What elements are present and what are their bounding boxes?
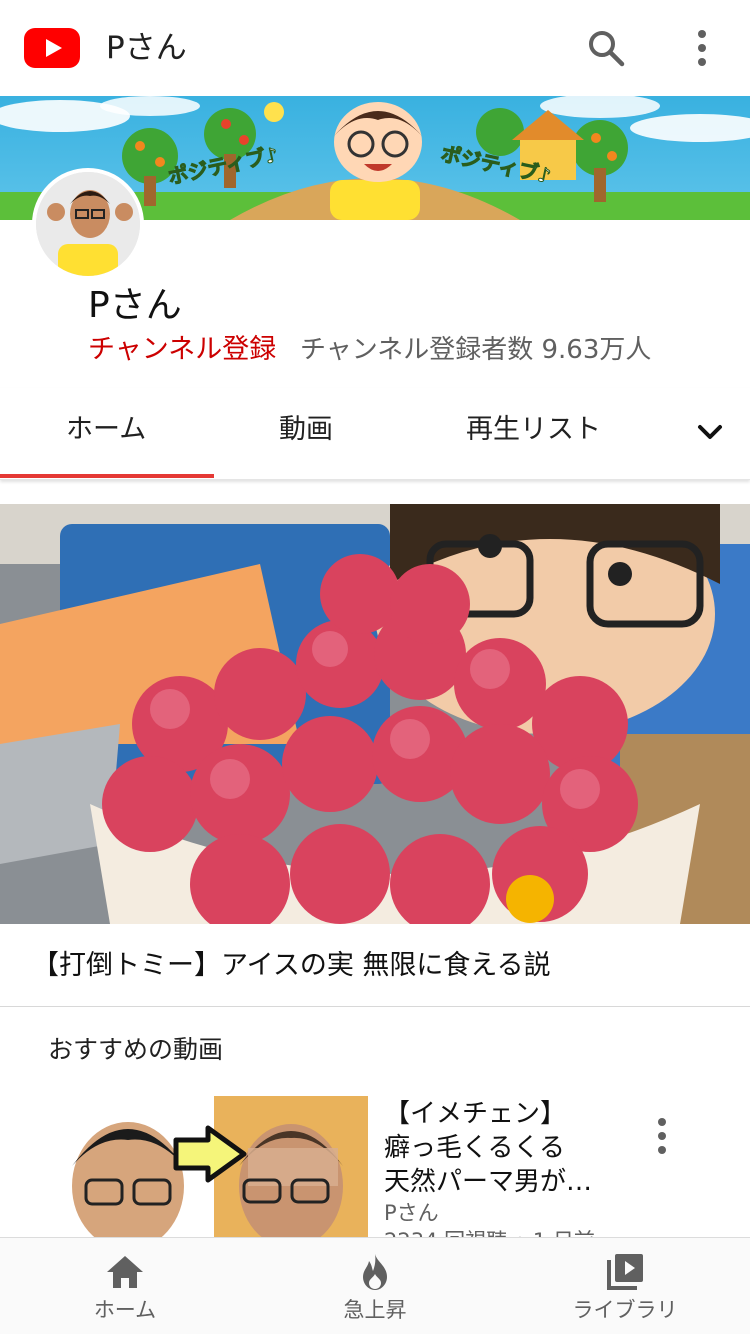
section-divider: [0, 1006, 750, 1007]
bottom-navigation: ホーム 急上昇 ライブラリ: [0, 1237, 750, 1334]
recommended-section-title: おすすめの動画: [48, 1035, 224, 1064]
tab-selected-indicator: [0, 474, 214, 478]
nav-library[interactable]: ライブラリ: [500, 1238, 750, 1334]
search-icon[interactable]: [586, 28, 626, 68]
library-icon: [607, 1254, 643, 1290]
channel-tabs: ホーム 動画 再生リスト: [0, 388, 750, 480]
recommended-video-channel: Pさん: [384, 1201, 439, 1225]
nav-home[interactable]: ホーム: [0, 1238, 250, 1334]
top-app-bar: Pさん: [0, 0, 750, 96]
more-vert-icon[interactable]: [688, 28, 716, 68]
nav-label: 急上昇: [343, 1298, 407, 1322]
recommended-video-title[interactable]: 【イメチェン】 癖っ毛くるくる 天然パーマ男が…: [384, 1097, 644, 1199]
home-icon: [107, 1256, 143, 1288]
recommended-video-thumbnail[interactable]: [48, 1096, 368, 1256]
youtube-logo-icon[interactable]: [24, 28, 80, 68]
nav-label: ホーム: [93, 1298, 157, 1322]
featured-video-title[interactable]: 【打倒トミー】アイスの実 無限に食える説: [32, 946, 551, 986]
more-vert-icon[interactable]: [648, 1116, 676, 1156]
nav-label: ライブラリ: [572, 1298, 678, 1322]
subscriber-count: チャンネル登録者数 9.63万人: [300, 335, 652, 365]
channel-avatar[interactable]: [32, 168, 144, 280]
channel-name: Pさん: [88, 285, 182, 326]
tab-playlists[interactable]: 再生リスト: [466, 410, 601, 450]
app-bar-title: Pさん: [106, 30, 187, 66]
chevron-down-icon[interactable]: [694, 416, 726, 448]
trending-fire-icon: [363, 1254, 387, 1290]
tab-videos[interactable]: 動画: [279, 410, 333, 450]
subscribe-button[interactable]: チャンネル登録: [88, 332, 276, 368]
tab-home[interactable]: ホーム: [66, 410, 146, 450]
nav-trending[interactable]: 急上昇: [250, 1238, 500, 1334]
featured-video-thumbnail[interactable]: [0, 504, 750, 924]
